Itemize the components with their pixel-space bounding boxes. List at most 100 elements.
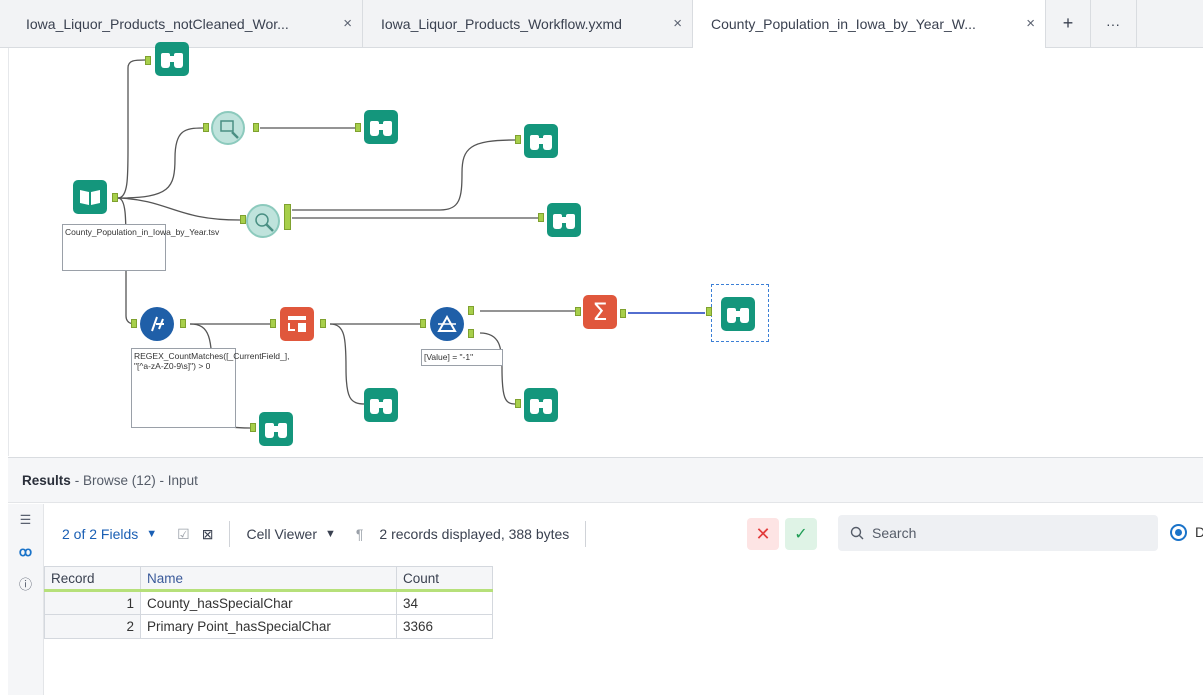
name-cell[interactable]: County_hasSpecialChar	[140, 590, 397, 615]
input-anchor[interactable]	[250, 423, 256, 432]
tab-label: County_Population_in_Iowa_by_Year_W...	[711, 16, 976, 32]
results-title: Results	[22, 472, 71, 488]
binoculars-icon	[264, 420, 288, 438]
records-info: 2 records displayed, 388 bytes	[379, 526, 570, 542]
tab-liquor-notcleaned[interactable]: Iowa_Liquor_Products_notCleaned_Wor... ×	[8, 0, 363, 47]
checkbox-icon[interactable]: ☑	[177, 526, 190, 543]
input-anchor[interactable]	[538, 213, 544, 222]
browse-tool-5[interactable]	[259, 412, 293, 446]
input-anchor[interactable]	[575, 307, 581, 316]
browse-tool-selected[interactable]	[721, 297, 755, 331]
input-anchor[interactable]	[131, 319, 137, 328]
clear-filter-button[interactable]: ✕	[747, 518, 779, 550]
tab-county-population[interactable]: County_Population_in_Iowa_by_Year_W... ×	[693, 0, 1046, 48]
results-header: Results - Browse (12) - Input	[8, 457, 1203, 503]
false-anchor[interactable]	[468, 329, 474, 338]
output-anchor[interactable]	[180, 319, 186, 328]
table-row[interactable]: 1 County_hasSpecialChar 34	[44, 590, 493, 615]
output-anchor[interactable]	[253, 123, 259, 132]
workflow-canvas[interactable]: County_Population_in_Iowa_by_Year.tsv RE…	[0, 42, 1203, 456]
binoculars-icon	[552, 211, 576, 229]
browse-tool-6[interactable]	[364, 388, 398, 422]
apply-filter-button[interactable]: ✓	[785, 518, 817, 550]
input-data-tool[interactable]	[73, 180, 107, 214]
binoculars-icon	[369, 396, 393, 414]
results-table: Record Name Count 1 County_hasSpecialCha…	[44, 566, 493, 639]
close-icon[interactable]: ×	[673, 15, 682, 32]
name-cell[interactable]: Primary Point_hasSpecialChar	[140, 614, 397, 639]
results-sidebar: ☰ ꝏ ⓘ	[8, 504, 44, 695]
deselect-icon[interactable]: ⊠	[202, 526, 214, 543]
data-investigation-tool[interactable]	[211, 111, 245, 145]
sigma-icon: Σ	[592, 298, 608, 326]
browse-tool-3[interactable]	[524, 124, 558, 158]
book-icon	[80, 190, 100, 205]
results-subtitle: - Browse (12) - Input	[74, 472, 198, 488]
cell-viewer-dropdown[interactable]: Cell Viewer	[246, 526, 317, 542]
binoculars-icon	[369, 118, 393, 136]
browse-tool-1[interactable]	[155, 42, 189, 76]
formula-icon	[151, 316, 164, 332]
pilcrow-icon[interactable]: ¶	[356, 526, 364, 542]
tab-label: Iowa_Liquor_Products_notCleaned_Wor...	[26, 15, 289, 32]
input-anchor[interactable]	[145, 56, 151, 65]
close-icon[interactable]: ×	[343, 15, 352, 32]
binoculars-icon	[726, 305, 750, 323]
browse-tool-2[interactable]	[364, 110, 398, 144]
chevron-down-icon[interactable]: ▼	[146, 528, 157, 540]
input-anchor[interactable]	[515, 135, 521, 144]
more-tabs-icon[interactable]: ···	[1090, 0, 1137, 47]
magnifier-chart-icon	[220, 120, 239, 139]
column-header-record[interactable]: Record	[44, 566, 141, 592]
tab-bar: Iowa_Liquor_Products_notCleaned_Wor... ×…	[0, 0, 1203, 48]
magnifier-icon	[255, 213, 274, 232]
search-input[interactable]: Search	[838, 515, 1158, 551]
true-anchor[interactable]	[468, 306, 474, 315]
fields-dropdown[interactable]: 2 of 2 Fields	[62, 526, 138, 542]
record-cell: 1	[44, 590, 141, 615]
add-tab-icon[interactable]: +	[1046, 0, 1091, 47]
tab-liquor-workflow[interactable]: Iowa_Liquor_Products_Workflow.yxmd ×	[363, 0, 693, 47]
output-anchor[interactable]	[320, 319, 326, 328]
count-cell[interactable]: 3366	[396, 614, 493, 639]
output-anchor[interactable]	[112, 193, 118, 202]
input-anchor[interactable]	[203, 123, 209, 132]
search-icon	[850, 526, 864, 540]
input-tool-annotation: County_Population_in_Iowa_by_Year.tsv	[62, 224, 219, 271]
browse-tool-7[interactable]	[524, 388, 558, 422]
transpose-icon	[288, 316, 306, 332]
chevron-down-icon[interactable]: ▼	[325, 528, 336, 540]
count-cell[interactable]: 34	[396, 590, 493, 615]
record-cell: 2	[44, 614, 141, 639]
field-summary-tool[interactable]	[246, 204, 280, 238]
column-header-name[interactable]: Name	[140, 566, 397, 592]
input-anchor[interactable]	[706, 307, 712, 316]
binoculars-tab-icon[interactable]: ꝏ	[8, 544, 43, 560]
table-header-row: Record Name Count	[44, 566, 493, 592]
close-icon[interactable]: ×	[1026, 15, 1035, 32]
formula-tool[interactable]	[140, 307, 174, 341]
input-anchor[interactable]	[355, 123, 361, 132]
list-icon[interactable]: ☰	[8, 512, 43, 528]
filter-annotation: [Value] = "-1"	[421, 349, 503, 366]
output-anchor[interactable]	[620, 309, 626, 318]
output-anchors[interactable]	[284, 204, 291, 230]
radio-button[interactable]	[1170, 524, 1187, 541]
radio-label: D	[1195, 524, 1203, 540]
filter-tool[interactable]	[430, 307, 464, 341]
binoculars-icon	[529, 396, 553, 414]
input-anchor[interactable]	[270, 319, 276, 328]
binoculars-icon	[529, 132, 553, 150]
tab-label: Iowa_Liquor_Products_Workflow.yxmd	[381, 15, 622, 32]
column-header-count[interactable]: Count	[396, 566, 493, 592]
table-row[interactable]: 2 Primary Point_hasSpecialChar 3366	[44, 614, 493, 639]
binoculars-icon	[160, 50, 184, 68]
formula-annotation: REGEX_CountMatches([_CurrentField_], "[^…	[131, 348, 289, 428]
input-anchor[interactable]	[515, 399, 521, 408]
transpose-tool[interactable]	[280, 307, 314, 341]
summarize-tool[interactable]: Σ	[583, 295, 617, 329]
search-placeholder: Search	[872, 525, 917, 541]
help-icon[interactable]: ⓘ	[8, 574, 43, 593]
browse-tool-4[interactable]	[547, 203, 581, 237]
input-anchor[interactable]	[420, 319, 426, 328]
